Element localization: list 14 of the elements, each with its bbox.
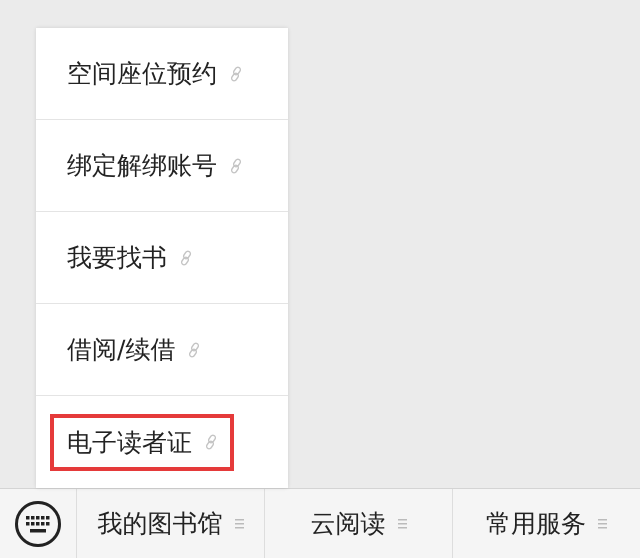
menu-item[interactable]: 借阅/续借 [50,321,218,378]
menu-lines-icon [398,518,406,529]
link-icon [229,158,243,174]
keyboard-icon[interactable] [14,500,62,548]
link-icon [179,250,193,266]
menu-lines-icon [598,518,607,529]
menu-item[interactable]: 电子读者证 [50,414,234,470]
link-icon [229,66,243,82]
menu-lines-icon [234,518,244,529]
link-icon [187,342,202,358]
link-icon [204,434,218,450]
menu-item[interactable]: 空间座位预约 [50,45,259,102]
menu-item[interactable]: 我要找书 [50,229,209,286]
menu-item[interactable]: 绑定解绑账号 [50,137,259,194]
